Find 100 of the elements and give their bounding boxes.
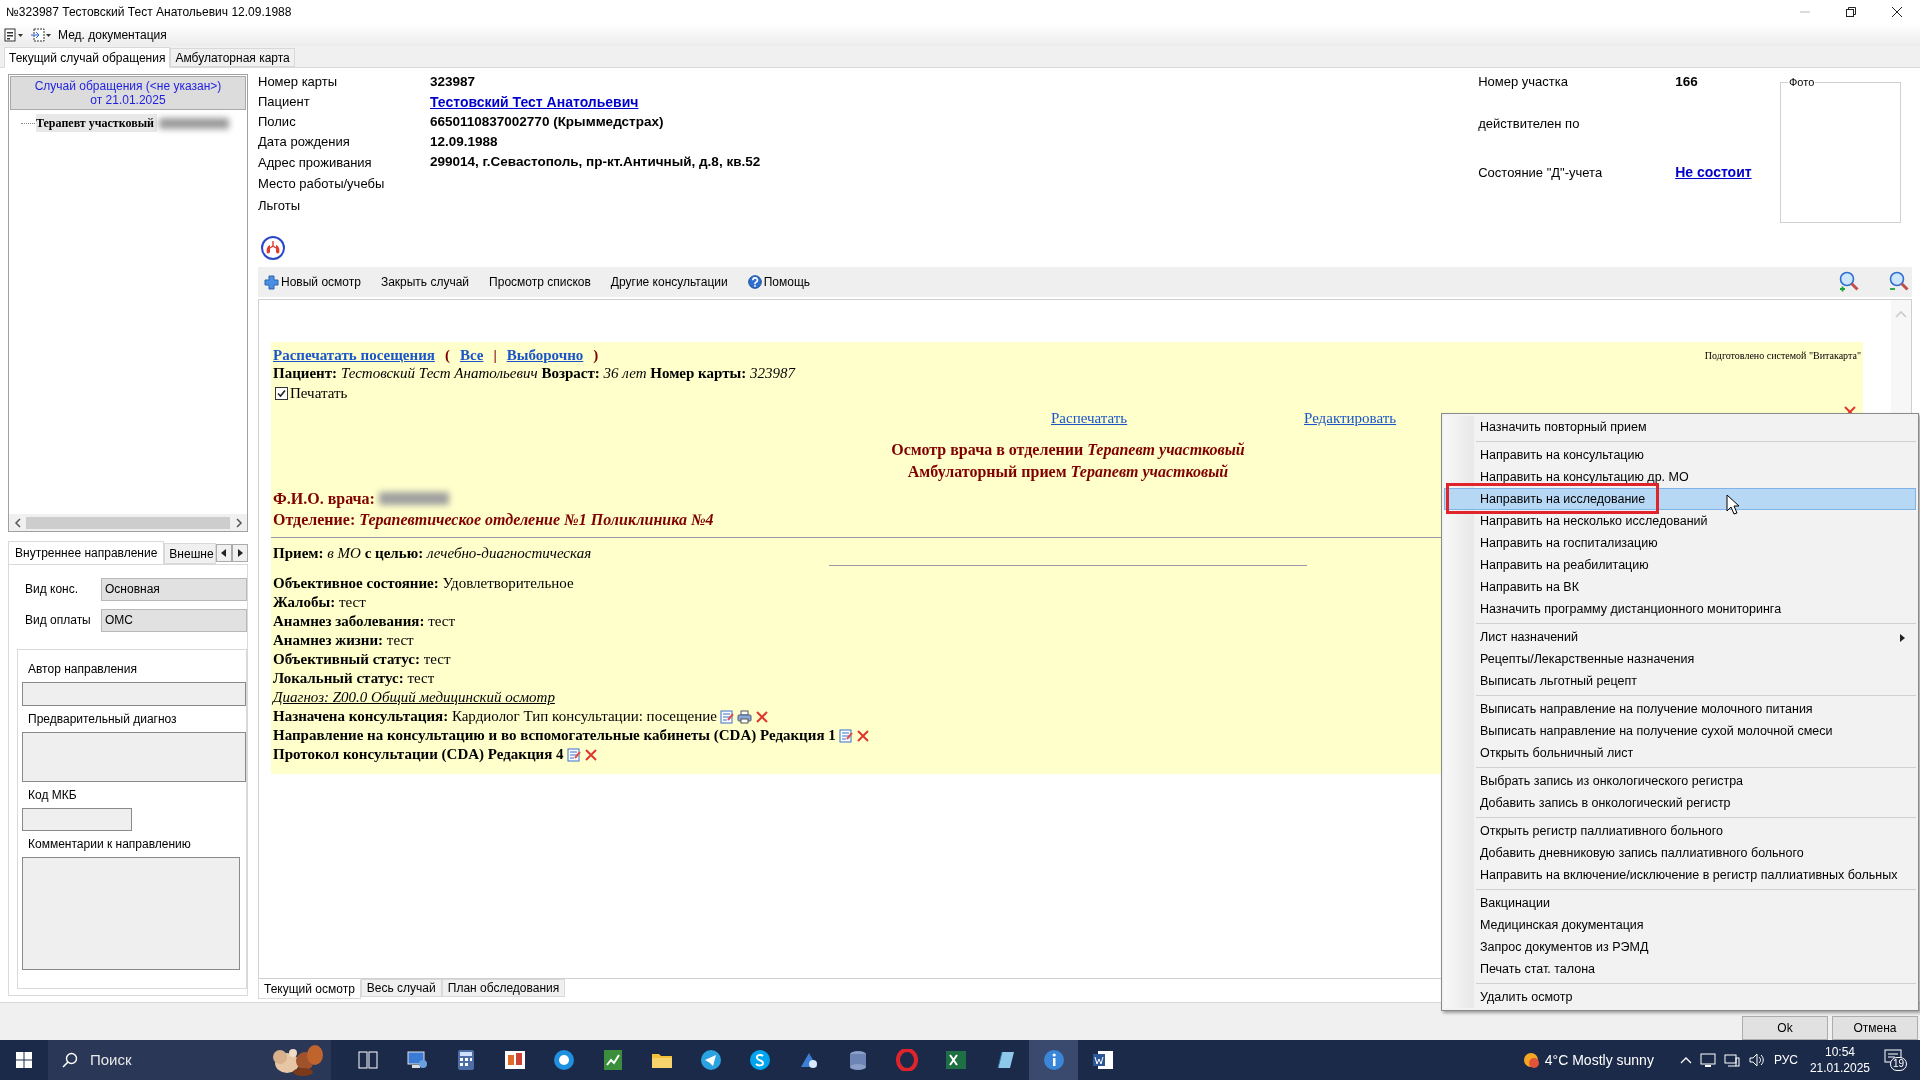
field-value: 299014, г.Севастополь, пр-кт.Античный, д.8, кв.52 — [430, 153, 761, 172]
tab[interactable]: План обследования — [441, 979, 566, 997]
action-link[interactable]: Распечатать — [1051, 409, 1128, 428]
record-text: Направление на консультацию и во вспомогательные кабинеты (CDA) Редакция 1 — [273, 726, 836, 745]
tree-item[interactable]: Терапевт участковый — [36, 114, 157, 132]
menu-item[interactable]: Выписать направление на получение сухой молочной смеси — [1444, 720, 1916, 742]
tab[interactable]: Весь случай — [360, 979, 442, 997]
menu-item[interactable]: Добавить дневниковую запись паллиативного больного — [1444, 842, 1916, 864]
menu-item[interactable]: Открыть регистр паллиативного больного — [1444, 820, 1916, 842]
search-field[interactable]: Поиск — [48, 1040, 331, 1080]
menu-item[interactable]: Назначить повторный прием — [1444, 416, 1916, 438]
menu-item[interactable]: Направить на реабилитацию — [1444, 554, 1916, 576]
menu-item[interactable]: Направить на госпитализацию — [1444, 532, 1916, 554]
menu-item[interactable]: Вакцинации — [1444, 892, 1916, 914]
punctuation: ( — [443, 345, 451, 365]
field-value: 6650110837002770 (Крыммедстрах) — [430, 112, 664, 131]
record-text: Назначена консультация: Кардиолог Тип консультации: посещение — [273, 707, 717, 726]
clock-time: 10:54 — [1824, 1044, 1855, 1060]
window-title: №323987 Тестовский Тест Анатольевич 12.09.1988 — [6, 4, 292, 21]
menu-item[interactable]: Выбрать запись из онкологического регистра — [1444, 770, 1916, 792]
field-label: Вид конс. — [25, 581, 80, 598]
toolbar-button[interactable]: Закрыть случай — [380, 273, 470, 291]
menu-item[interactable]: Направить на исследование — [1444, 488, 1916, 510]
case-header[interactable]: Случай обращения (<не указан>) от 21.01.2025 — [10, 76, 246, 110]
menu-item[interactable]: Выписать направление на получение молочного питания — [1444, 698, 1916, 720]
menu-item[interactable]: Открыть больничный лист — [1444, 742, 1916, 764]
field-label: Код МКБ — [28, 787, 78, 804]
field-value: 323987 — [430, 72, 476, 91]
weather-text[interactable]: 4°C Mostly sunny — [1544, 1049, 1654, 1071]
menu-item[interactable]: Направить на ВК — [1444, 576, 1916, 598]
field-label: Вид оплаты — [25, 612, 92, 629]
menu-item[interactable]: Выписать льготный рецепт — [1444, 670, 1916, 692]
clock-date: 21.01.2025 — [1809, 1060, 1870, 1076]
checkbox-label: Печатать — [290, 383, 348, 403]
field-label: Состояние "Д"-учета — [1478, 163, 1604, 182]
menu-item[interactable]: Запрос документов из РЭМД — [1444, 936, 1916, 958]
language-indicator[interactable]: РУС — [1773, 1051, 1798, 1069]
record-text: Анамнез заболевания: тест — [273, 612, 456, 631]
select-field[interactable]: Основная — [101, 577, 247, 601]
search-placeholder: Поиск — [90, 1049, 132, 1070]
dialog-button[interactable]: Ok — [1742, 1016, 1828, 1040]
tab[interactable]: Амбулаторная карта — [170, 48, 295, 67]
menu-item[interactable]: Удалить осмотр — [1444, 986, 1916, 1008]
record-text: Протокол консультации (CDA) Редакция 4 — [273, 745, 564, 764]
photo-label: Фото — [1788, 75, 1816, 89]
record-text: Анамнез жизни: тест — [273, 631, 414, 650]
doctor-label: Ф.И.О. врача: — [273, 488, 375, 508]
clock[interactable]: 10:54 21.01.2025 — [1809, 1044, 1870, 1076]
action-link[interactable]: Редактировать — [1304, 409, 1397, 428]
field-label: Полис — [258, 113, 297, 132]
visit-text: Прием: в МО с целью: лечебно-диагностическая — [273, 544, 592, 563]
menu-item[interactable]: Лист назначений — [1444, 626, 1916, 648]
field-value: 12.09.1988 — [430, 132, 498, 151]
menu-item[interactable]: Назначить программу дистанционного мониторинга — [1444, 598, 1916, 620]
patient-link[interactable]: Не состоит — [1675, 162, 1752, 183]
menu-item[interactable]: Направить на включение/исключение в регистр паллиативных больных — [1444, 864, 1916, 886]
menu-item[interactable]: Добавить запись в онкологический регистр — [1444, 792, 1916, 814]
tab[interactable]: Внешне — [164, 543, 216, 564]
toolbar-button[interactable]: Просмотр списков — [489, 273, 591, 291]
section-title: Осмотр врача в отделении Терапевт участковый — [891, 440, 1245, 461]
toolbar-button[interactable]: Новый осмотр — [281, 273, 361, 291]
field-label: Адрес проживания — [258, 153, 373, 172]
menu-item[interactable]: Печать стат. талона — [1444, 958, 1916, 980]
patient-link[interactable]: Тестовский Тест Анатольевич — [430, 91, 639, 113]
dialog-button[interactable]: Отмена — [1832, 1016, 1918, 1040]
toolbar-button[interactable]: Помощь — [763, 273, 811, 291]
punctuation: | — [492, 345, 498, 365]
field-label: Место работы/учебы — [258, 175, 386, 194]
notification-count: 19 — [1890, 1057, 1908, 1071]
credit-text: Подготовлено системой "Витакарта" — [1704, 349, 1862, 363]
field-label: Номер участка — [1478, 73, 1569, 92]
print-link[interactable]: Выборочно — [506, 345, 584, 365]
field-label: Номер карты — [258, 73, 339, 92]
tab[interactable]: Внутреннее направление — [8, 541, 165, 565]
record-text: Жалобы: тест — [273, 593, 366, 612]
diagnosis-link[interactable]: Диагноз: Z00.0 Общий медицинский осмотр — [273, 688, 555, 707]
print-link[interactable]: Все — [459, 345, 484, 365]
select-field[interactable]: ОМС — [101, 608, 247, 632]
field-label: Автор направления — [28, 661, 138, 678]
menu-item[interactable]: Направить на несколько исследований — [1444, 510, 1916, 532]
record-text: Объективный статус: тест — [273, 650, 451, 669]
department-text: Отделение: Терапевтическое отделение №1 Поликлиника №4 — [273, 510, 714, 531]
field-label: действителен по — [1478, 114, 1581, 133]
toolbar-button[interactable]: Другие консультации — [610, 273, 728, 291]
menu-item[interactable]: Мед. документация — [58, 26, 167, 44]
menu-item[interactable]: Рецепты/Лекарственные назначения — [1444, 648, 1916, 670]
field-value: 166 — [1675, 72, 1698, 91]
case-header-text: от 21.01.2025 — [90, 93, 166, 107]
menu-item[interactable]: Направить на консультацию — [1444, 444, 1916, 466]
case-header-text: Случай обращения (<не указан>) — [34, 79, 222, 93]
field-label: Комментарии к направлению — [28, 836, 192, 853]
field-label: Пациент — [258, 93, 311, 112]
tab[interactable]: Текущий случай обращения — [4, 47, 171, 68]
patient-line: Пациент: Тестовский Тест Анатольевич Возраст: 36 лет Номер карты: 323987 — [273, 364, 797, 383]
print-link[interactable]: Распечатать посещения — [273, 345, 435, 365]
field-label: Дата рождения — [258, 133, 351, 152]
record-text: Локальный статус: тест — [273, 669, 435, 688]
tab[interactable]: Текущий осмотр — [258, 979, 361, 999]
menu-item[interactable]: Медицинская документация — [1444, 914, 1916, 936]
field-label: Предварительный диагноз — [28, 711, 178, 728]
